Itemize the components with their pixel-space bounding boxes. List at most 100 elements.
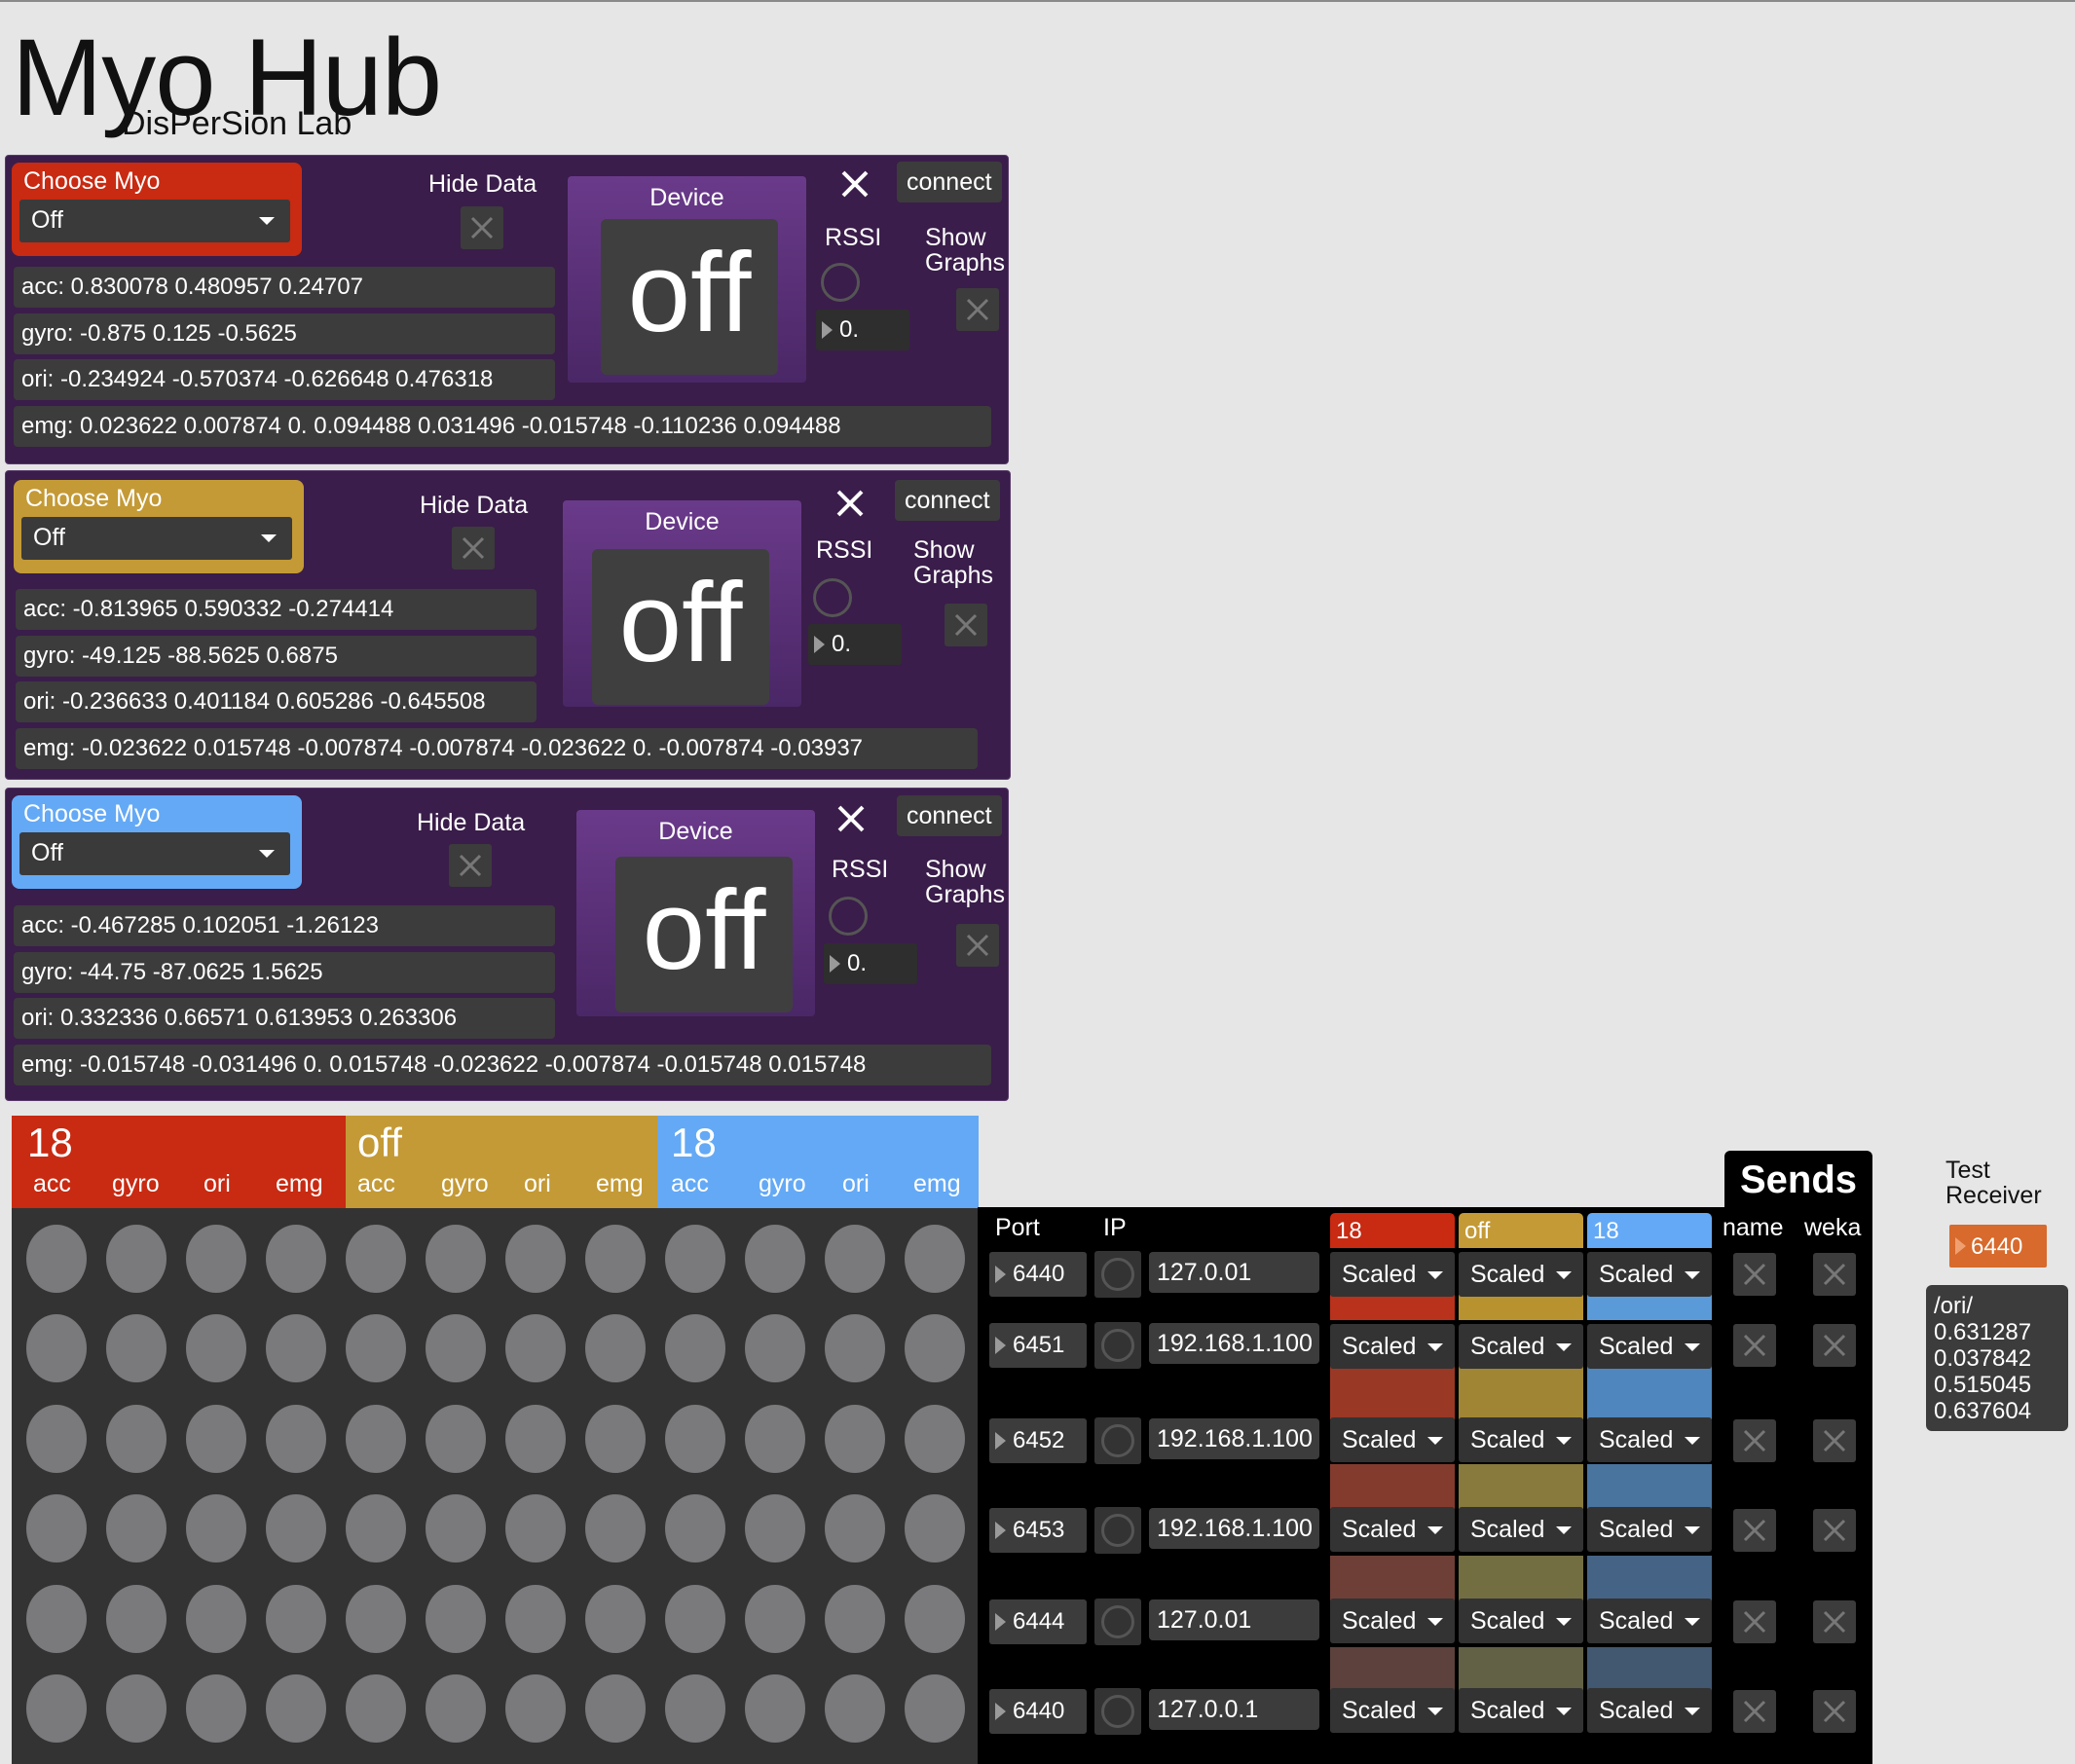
matrix-cell-toggle[interactable] bbox=[905, 1225, 965, 1293]
matrix-cell-toggle[interactable] bbox=[426, 1225, 486, 1293]
device-power-button[interactable]: off bbox=[592, 549, 769, 705]
matrix-cell-toggle[interactable] bbox=[106, 1674, 167, 1743]
rssi-number-box[interactable]: 0. bbox=[808, 624, 902, 665]
matrix-cell-toggle[interactable] bbox=[905, 1314, 965, 1382]
matrix-cell-toggle[interactable] bbox=[745, 1585, 805, 1653]
matrix-cell-toggle[interactable] bbox=[426, 1405, 486, 1473]
scaling-mode-select[interactable]: Scaled bbox=[1459, 1417, 1583, 1462]
matrix-cell-toggle[interactable] bbox=[505, 1225, 566, 1293]
matrix-cell-toggle[interactable] bbox=[505, 1674, 566, 1743]
scaling-mode-select[interactable]: Scaled bbox=[1587, 1252, 1712, 1297]
scaling-mode-select[interactable]: Scaled bbox=[1587, 1507, 1712, 1552]
matrix-cell-toggle[interactable] bbox=[106, 1405, 167, 1473]
scaling-mode-select[interactable]: Scaled bbox=[1587, 1417, 1712, 1462]
disconnect-button[interactable] bbox=[834, 163, 876, 205]
matrix-cell-toggle[interactable] bbox=[825, 1314, 885, 1382]
matrix-cell-toggle[interactable] bbox=[266, 1674, 326, 1743]
matrix-cell-toggle[interactable] bbox=[825, 1405, 885, 1473]
matrix-cell-toggle[interactable] bbox=[505, 1494, 566, 1562]
show-graphs-toggle[interactable] bbox=[956, 288, 999, 331]
name-toggle[interactable] bbox=[1733, 1690, 1776, 1733]
test-receiver-port[interactable]: 6440 bbox=[1949, 1225, 2047, 1268]
ip-address-field[interactable]: 192.168.1.100 bbox=[1149, 1508, 1319, 1549]
matrix-cell-toggle[interactable] bbox=[426, 1674, 486, 1743]
scaling-mode-select[interactable]: Scaled bbox=[1459, 1599, 1583, 1643]
scaling-mode-select[interactable]: Scaled bbox=[1459, 1688, 1583, 1733]
matrix-cell-toggle[interactable] bbox=[745, 1314, 805, 1382]
ip-address-field[interactable]: 192.168.1.100 bbox=[1149, 1418, 1319, 1459]
matrix-cell-toggle[interactable] bbox=[106, 1494, 167, 1562]
matrix-cell-toggle[interactable] bbox=[825, 1585, 885, 1653]
connect-button[interactable]: connect bbox=[897, 795, 1002, 836]
matrix-cell-toggle[interactable] bbox=[505, 1314, 566, 1382]
matrix-cell-toggle[interactable] bbox=[825, 1494, 885, 1562]
matrix-cell-toggle[interactable] bbox=[665, 1674, 725, 1743]
ip-address-field[interactable]: 192.168.1.100 bbox=[1149, 1323, 1319, 1364]
connect-button[interactable]: connect bbox=[895, 480, 1000, 521]
name-toggle[interactable] bbox=[1733, 1253, 1776, 1296]
port-number-box[interactable]: 6440 bbox=[989, 1689, 1087, 1734]
scaling-mode-select[interactable]: Scaled bbox=[1330, 1417, 1455, 1462]
matrix-cell-toggle[interactable] bbox=[585, 1314, 646, 1382]
scaling-mode-select[interactable]: Scaled bbox=[1587, 1599, 1712, 1643]
matrix-cell-toggle[interactable] bbox=[585, 1225, 646, 1293]
matrix-cell-toggle[interactable] bbox=[665, 1405, 725, 1473]
scaling-mode-select[interactable]: Scaled bbox=[1459, 1507, 1583, 1552]
matrix-cell-toggle[interactable] bbox=[266, 1314, 326, 1382]
matrix-cell-toggle[interactable] bbox=[186, 1225, 246, 1293]
scaling-mode-select[interactable]: Scaled bbox=[1330, 1688, 1455, 1733]
matrix-cell-toggle[interactable] bbox=[585, 1674, 646, 1743]
rssi-number-box[interactable]: 0. bbox=[816, 310, 909, 350]
hide-data-toggle[interactable] bbox=[452, 527, 495, 570]
matrix-cell-toggle[interactable] bbox=[346, 1405, 406, 1473]
matrix-cell-toggle[interactable] bbox=[266, 1225, 326, 1293]
matrix-cell-toggle[interactable] bbox=[346, 1494, 406, 1562]
port-number-box[interactable]: 6451 bbox=[989, 1323, 1087, 1368]
matrix-cell-toggle[interactable] bbox=[346, 1585, 406, 1653]
hide-data-toggle[interactable] bbox=[449, 844, 492, 887]
matrix-cell-toggle[interactable] bbox=[26, 1405, 87, 1473]
matrix-cell-toggle[interactable] bbox=[905, 1585, 965, 1653]
matrix-cell-toggle[interactable] bbox=[26, 1494, 87, 1562]
matrix-cell-toggle[interactable] bbox=[665, 1314, 725, 1382]
show-graphs-toggle[interactable] bbox=[956, 924, 999, 967]
matrix-cell-toggle[interactable] bbox=[426, 1314, 486, 1382]
weka-toggle[interactable] bbox=[1813, 1253, 1856, 1296]
matrix-cell-toggle[interactable] bbox=[266, 1405, 326, 1473]
matrix-cell-toggle[interactable] bbox=[585, 1494, 646, 1562]
ip-address-field[interactable]: 127.0.01 bbox=[1149, 1252, 1319, 1293]
matrix-cell-toggle[interactable] bbox=[346, 1674, 406, 1743]
scaling-mode-select[interactable]: Scaled bbox=[1330, 1599, 1455, 1643]
matrix-cell-toggle[interactable] bbox=[346, 1225, 406, 1293]
name-toggle[interactable] bbox=[1733, 1600, 1776, 1643]
name-toggle[interactable] bbox=[1733, 1419, 1776, 1462]
matrix-cell-toggle[interactable] bbox=[905, 1494, 965, 1562]
weka-toggle[interactable] bbox=[1813, 1324, 1856, 1367]
matrix-cell-toggle[interactable] bbox=[186, 1314, 246, 1382]
matrix-cell-toggle[interactable] bbox=[26, 1585, 87, 1653]
ip-address-field[interactable]: 127.0.0.1 bbox=[1149, 1689, 1319, 1730]
matrix-cell-toggle[interactable] bbox=[106, 1314, 167, 1382]
port-number-box[interactable]: 6453 bbox=[989, 1508, 1087, 1553]
matrix-cell-toggle[interactable] bbox=[26, 1225, 87, 1293]
matrix-cell-toggle[interactable] bbox=[745, 1674, 805, 1743]
scaling-mode-select[interactable]: Scaled bbox=[1587, 1324, 1712, 1369]
myo-select[interactable]: Off bbox=[19, 200, 290, 242]
matrix-cell-toggle[interactable] bbox=[346, 1314, 406, 1382]
matrix-cell-toggle[interactable] bbox=[186, 1405, 246, 1473]
matrix-cell-toggle[interactable] bbox=[745, 1225, 805, 1293]
scaling-mode-select[interactable]: Scaled bbox=[1587, 1688, 1712, 1733]
weka-toggle[interactable] bbox=[1813, 1509, 1856, 1552]
matrix-cell-toggle[interactable] bbox=[106, 1585, 167, 1653]
matrix-cell-toggle[interactable] bbox=[905, 1405, 965, 1473]
show-graphs-toggle[interactable] bbox=[945, 604, 987, 646]
weka-toggle[interactable] bbox=[1813, 1419, 1856, 1462]
scaling-mode-select[interactable]: Scaled bbox=[1330, 1507, 1455, 1552]
matrix-cell-toggle[interactable] bbox=[585, 1585, 646, 1653]
matrix-cell-toggle[interactable] bbox=[825, 1225, 885, 1293]
matrix-cell-toggle[interactable] bbox=[186, 1585, 246, 1653]
port-number-box[interactable]: 6444 bbox=[989, 1599, 1087, 1644]
scaling-mode-select[interactable]: Scaled bbox=[1330, 1252, 1455, 1297]
matrix-cell-toggle[interactable] bbox=[186, 1674, 246, 1743]
disconnect-button[interactable] bbox=[830, 797, 872, 840]
